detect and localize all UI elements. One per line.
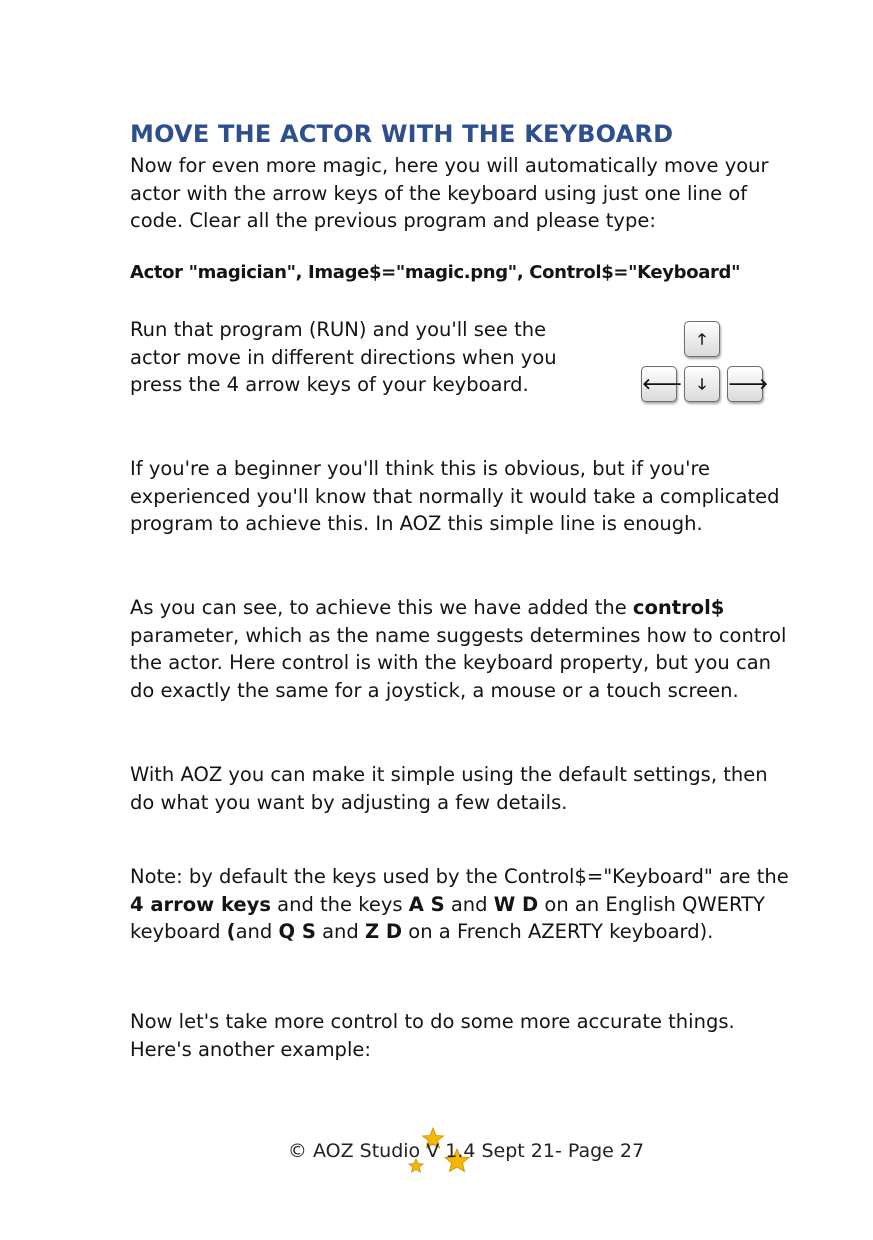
control-keyword: control$ — [632, 596, 725, 619]
arrow-down-icon: 🡓 — [684, 366, 720, 402]
note-paragraph: Note: by default the keys used by the Co… — [130, 863, 798, 946]
footer-text: © AOZ Studio V 1.4 Sept 21- Page 27 — [287, 1140, 645, 1162]
note-bold-5: Q S — [278, 920, 316, 943]
arrow-left-icon: 🡐 — [641, 366, 682, 402]
run-paragraph: Run that program (RUN) and you'll see th… — [130, 318, 557, 396]
note-text-7: on a French AZERTY keyboard). — [402, 920, 714, 943]
section-heading: MOVE THE ACTOR WITH THE KEYBOARD — [130, 120, 674, 148]
intro-paragraph: Now for even more magic, here you will a… — [130, 154, 769, 232]
code-line: Actor "magician", Image$="magic.png", Co… — [130, 262, 741, 283]
document-page: MOVE THE ACTOR WITH THE KEYBOARD Now for… — [0, 0, 873, 1240]
note-text-2: and the keys — [270, 892, 409, 916]
note-bold-2: A S — [408, 892, 445, 916]
arrow-keys-illustration: 🡑 🡐 🡓 🡒 — [638, 318, 768, 410]
note-bold-4: ( — [226, 920, 236, 943]
note-bold-6: Z D — [364, 920, 403, 943]
control-text-before: As you can see, to achieve this we have … — [130, 596, 633, 619]
note-text-6: and — [315, 920, 365, 943]
arrow-right-icon: 🡒 — [727, 366, 768, 402]
defaults-paragraph: With AOZ you can make it simple using th… — [130, 763, 768, 814]
control-paragraph: As you can see, to achieve this we have … — [130, 594, 798, 704]
note-text-5: and — [235, 920, 279, 943]
note-bold-3: W D — [493, 892, 539, 916]
note-text-3: and — [444, 892, 494, 916]
arrow-up-icon: 🡑 — [684, 321, 720, 357]
note-bold-1: 4 arrow keys — [130, 892, 271, 916]
control-text-after: parameter, which as the name suggests de… — [130, 623, 787, 702]
closing-paragraph: Now let's take more control to do some m… — [130, 1010, 735, 1061]
note-text-1: Note: by default the keys used by the Co… — [130, 865, 789, 888]
beginner-paragraph: If you're a beginner you'll think this i… — [130, 457, 780, 535]
page-footer: © AOZ Studio V 1.4 Sept 21- Page 27 — [0, 1140, 873, 1162]
